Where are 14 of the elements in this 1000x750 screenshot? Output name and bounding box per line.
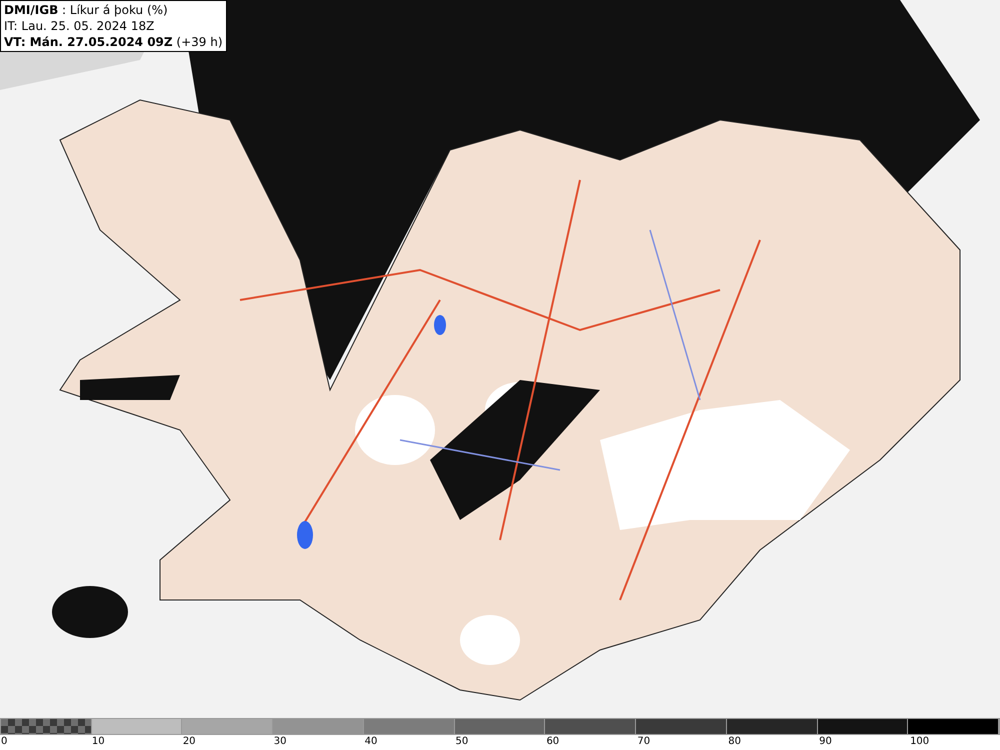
header-line: IT: Lau. 25. 05. 2024 18Z bbox=[4, 18, 156, 34]
legend-label: 10 bbox=[90, 735, 105, 748]
header-line: VT: Mán. 27.05.2024 09Z (+39 h) bbox=[4, 34, 223, 50]
legend-label: 30 bbox=[272, 735, 286, 748]
legend-label: 0 bbox=[0, 735, 8, 748]
legend-label: 60 bbox=[545, 735, 560, 748]
legend-label: 90 bbox=[818, 735, 832, 748]
legend-label: 20 bbox=[182, 735, 196, 748]
legend-label: 100 bbox=[909, 735, 930, 748]
legend-label: 40 bbox=[364, 735, 378, 748]
header-line: DMI/IGB : Líkur á þoku (%) bbox=[4, 2, 169, 18]
legend-label: 70 bbox=[636, 735, 650, 748]
legend-label: 80 bbox=[727, 735, 741, 748]
legend-label: 50 bbox=[454, 735, 468, 748]
